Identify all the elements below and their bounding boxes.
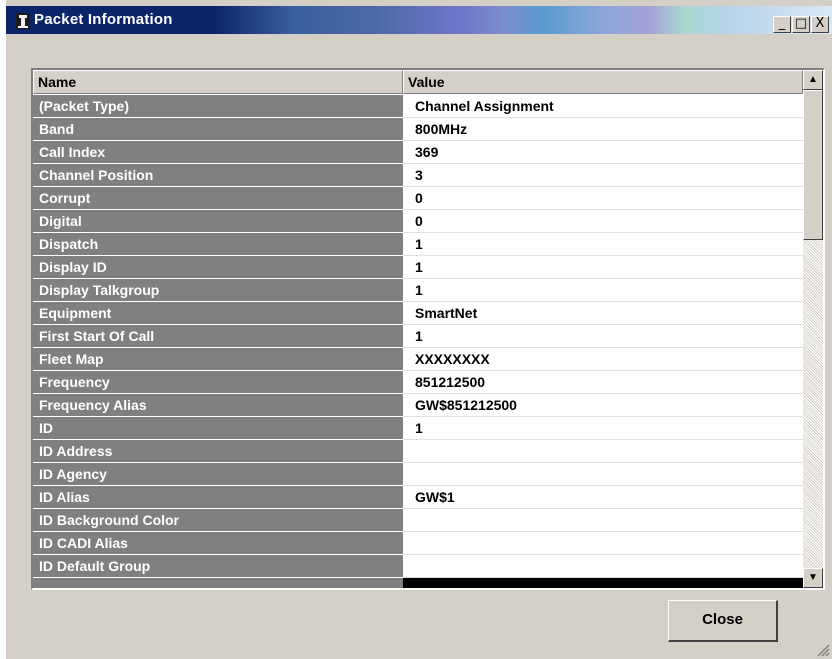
table-row[interactable]: ID Background Color xyxy=(33,509,803,532)
table-row[interactable]: ID Alias GW$1 xyxy=(33,486,803,509)
table-row[interactable]: Fleet Map XXXXXXXX xyxy=(33,348,803,371)
property-value-cell[interactable]: XXXXXXXX xyxy=(403,348,803,371)
property-value-cell[interactable] xyxy=(403,509,803,532)
scrollbar-thumb[interactable] xyxy=(803,90,823,240)
table-row[interactable]: First Start Of Call 1 xyxy=(33,325,803,348)
property-name-cell[interactable]: ID Default Group xyxy=(33,555,403,578)
table-row[interactable]: ID 1 xyxy=(33,417,803,440)
property-value-cell[interactable] xyxy=(403,578,803,588)
close-button[interactable]: Close xyxy=(668,600,778,642)
property-value-cell[interactable]: 1 xyxy=(403,417,803,440)
tower-icon xyxy=(16,13,30,29)
packet-information-window: Packet Information _ □ X Name Value (Pac… xyxy=(6,0,832,659)
property-name-cell[interactable]: First Start Of Call xyxy=(33,325,403,348)
property-value-cell[interactable]: 0 xyxy=(403,210,803,233)
table-row[interactable]: Equipment SmartNet xyxy=(33,302,803,325)
table-row[interactable]: Band 800MHz xyxy=(33,118,803,141)
column-header-name[interactable]: Name xyxy=(33,70,403,94)
title-bar[interactable]: Packet Information _ □ X xyxy=(6,6,832,34)
table-row[interactable]: Frequency Alias GW$851212500 xyxy=(33,394,803,417)
window-title: Packet Information xyxy=(34,11,173,28)
property-name-cell[interactable]: ID Address xyxy=(33,440,403,463)
minimize-button[interactable]: _ xyxy=(773,16,791,33)
property-name-cell[interactable]: ID Background Color xyxy=(33,509,403,532)
property-name-cell[interactable]: Digital xyxy=(33,210,403,233)
property-name-cell[interactable]: Display ID xyxy=(33,256,403,279)
table-row[interactable]: ID Address xyxy=(33,440,803,463)
property-value-cell[interactable]: 800MHz xyxy=(403,118,803,141)
property-value-cell[interactable]: 0 xyxy=(403,187,803,210)
property-name-cell[interactable] xyxy=(33,578,403,588)
grid-rows: (Packet Type) Channel Assignment Band 800MH… xyxy=(33,95,803,588)
property-value-cell[interactable]: 1 xyxy=(403,279,803,302)
scroll-down-button[interactable]: ▼ xyxy=(803,568,823,588)
property-value-cell[interactable]: SmartNet xyxy=(403,302,803,325)
property-value-cell[interactable]: 851212500 xyxy=(403,371,803,394)
table-row[interactable]: Frequency 851212500 xyxy=(33,371,803,394)
property-value-cell[interactable] xyxy=(403,555,803,578)
table-row[interactable]: ID CADI Alias xyxy=(33,532,803,555)
table-row[interactable]: Corrupt 0 xyxy=(33,187,803,210)
property-value-cell[interactable]: 1 xyxy=(403,256,803,279)
property-name-cell[interactable]: ID Agency xyxy=(33,463,403,486)
property-value-cell[interactable]: 1 xyxy=(403,233,803,256)
scroll-up-button[interactable]: ▲ xyxy=(803,70,823,90)
property-name-cell[interactable]: Channel Position xyxy=(33,164,403,187)
property-name-cell[interactable]: Display Talkgroup xyxy=(33,279,403,302)
vertical-scrollbar[interactable]: ▲ ▼ xyxy=(803,70,823,588)
property-name-cell[interactable]: ID CADI Alias xyxy=(33,532,403,555)
property-value-cell[interactable] xyxy=(403,440,803,463)
property-value-cell[interactable] xyxy=(403,463,803,486)
property-name-cell[interactable]: Corrupt xyxy=(33,187,403,210)
property-name-cell[interactable]: ID xyxy=(33,417,403,440)
property-value-cell[interactable]: 369 xyxy=(403,141,803,164)
property-value-cell[interactable]: Channel Assignment xyxy=(403,95,803,118)
property-name-cell[interactable]: (Packet Type) xyxy=(33,95,403,118)
table-row[interactable]: Display Talkgroup 1 xyxy=(33,279,803,302)
property-value-cell[interactable]: GW$851212500 xyxy=(403,394,803,417)
close-window-button[interactable]: X xyxy=(811,16,829,33)
property-name-cell[interactable]: ID Alias xyxy=(33,486,403,509)
property-name-cell[interactable]: Call Index xyxy=(33,141,403,164)
property-name-cell[interactable]: Frequency Alias xyxy=(33,394,403,417)
property-value-cell[interactable] xyxy=(403,532,803,555)
maximize-button[interactable]: □ xyxy=(792,16,810,33)
resize-grip-icon[interactable] xyxy=(816,643,830,657)
table-row[interactable]: Display ID 1 xyxy=(33,256,803,279)
table-row[interactable]: ID Agency xyxy=(33,463,803,486)
column-header-value[interactable]: Value xyxy=(403,70,803,94)
table-row[interactable]: Call Index 369 xyxy=(33,141,803,164)
property-value-cell[interactable]: GW$1 xyxy=(403,486,803,509)
property-name-cell[interactable]: Frequency xyxy=(33,371,403,394)
table-row[interactable]: Channel Position 3 xyxy=(33,164,803,187)
property-value-cell[interactable]: 1 xyxy=(403,325,803,348)
grid-header: Name Value xyxy=(33,70,803,94)
property-name-cell[interactable]: Equipment xyxy=(33,302,403,325)
property-grid[interactable]: Name Value (Packet Type) Channel Assignme… xyxy=(31,68,825,590)
table-row[interactable]: ID Default Group xyxy=(33,555,803,578)
property-name-cell[interactable]: Fleet Map xyxy=(33,348,403,371)
table-row[interactable]: (Packet Type) Channel Assignment xyxy=(33,95,803,118)
table-row[interactable]: Digital 0 xyxy=(33,210,803,233)
table-row[interactable]: Dispatch 1 xyxy=(33,233,803,256)
property-name-cell[interactable]: Band xyxy=(33,118,403,141)
property-name-cell[interactable]: Dispatch xyxy=(33,233,403,256)
property-value-cell[interactable]: 3 xyxy=(403,164,803,187)
table-row-partial[interactable] xyxy=(33,578,803,588)
